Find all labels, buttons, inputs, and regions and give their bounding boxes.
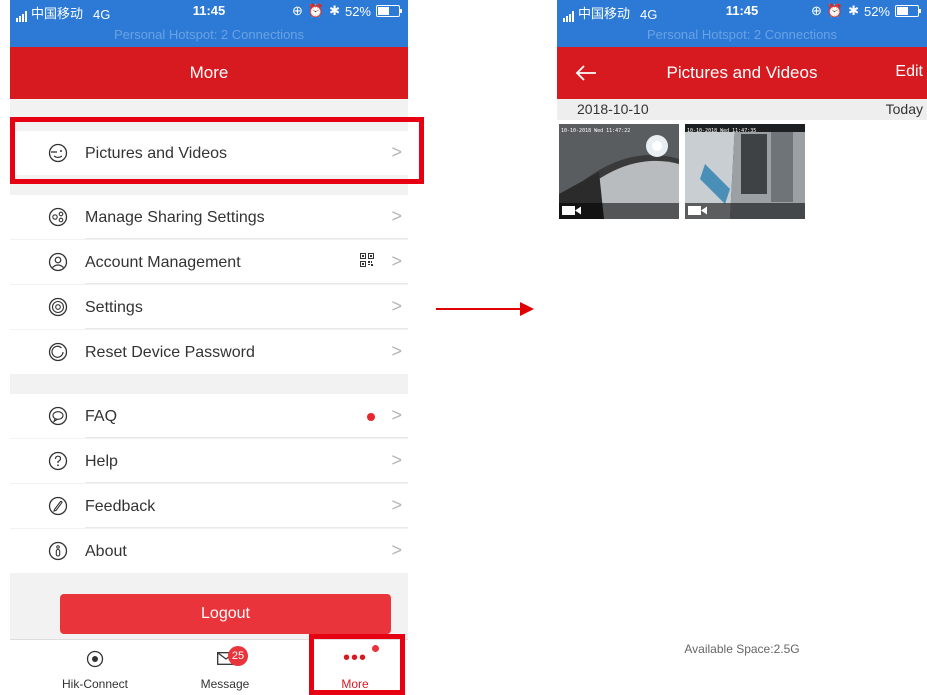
page-title: Pictures and Videos	[666, 63, 818, 82]
battery-icon	[895, 5, 921, 17]
menu-item-about[interactable]: About >	[10, 529, 408, 573]
menu-item-settings[interactable]: Settings >	[10, 285, 408, 329]
battery-percent: 52%	[863, 3, 890, 19]
highlight-box-pictures	[10, 117, 424, 184]
chevron-right-icon: >	[391, 450, 402, 470]
alarm-icon: ⏰	[826, 3, 844, 18]
chevron-right-icon: >	[391, 495, 402, 515]
chevron-right-icon: >	[391, 296, 402, 316]
menu-item-label: Settings	[85, 299, 143, 316]
account-icon	[48, 252, 68, 272]
chevron-right-icon: >	[391, 341, 402, 361]
date-header: 2018-10-10 Today	[557, 99, 927, 120]
video-thumbnail[interactable]: 10-10-2018 Wed 11:47:22	[559, 124, 679, 219]
notification-dot	[367, 413, 375, 421]
tab-label: Hik-Connect	[61, 677, 129, 691]
thumbnail-timestamp: 10-10-2018 Wed 11:47:22	[561, 128, 631, 134]
hik-connect-icon	[86, 650, 104, 668]
faq-icon	[48, 406, 68, 426]
bluetooth-icon: ✱	[329, 3, 340, 18]
date-label: 2018-10-10	[577, 101, 649, 117]
message-badge: 25	[228, 646, 248, 666]
transition-arrow	[436, 308, 522, 310]
chevron-right-icon: >	[391, 251, 402, 271]
alarm-icon: ⏰	[307, 3, 325, 18]
menu-item-label: Account Management	[85, 254, 241, 271]
menu-item-label: Reset Device Password	[85, 344, 255, 361]
menu-item-label: About	[85, 543, 127, 560]
arrow-head	[520, 302, 534, 316]
chevron-right-icon: >	[391, 405, 402, 425]
menu-item-faq[interactable]: FAQ >	[10, 394, 408, 438]
share-icon	[48, 207, 68, 227]
chevron-right-icon: >	[391, 540, 402, 560]
video-camera-icon	[562, 206, 581, 215]
highlight-box-more-tab	[309, 634, 405, 695]
video-thumbnail[interactable]: 10-10-2018 Wed 11:47:35	[685, 124, 805, 219]
available-space: Available Space:2.5G	[684, 642, 800, 656]
status-bar: 中国移动 4G 11:45 ⊕ ⏰ ✱ 52% Personal Hotspot…	[10, 0, 408, 47]
menu-item-manage-sharing-settings[interactable]: Manage Sharing Settings >	[10, 195, 408, 239]
about-icon	[48, 541, 68, 561]
hotspot-banner[interactable]: Personal Hotspot: 2 Connections	[10, 27, 408, 42]
settings-icon	[48, 297, 68, 317]
menu-item-label: Help	[85, 453, 118, 470]
menu-item-label: Manage Sharing Settings	[85, 209, 265, 226]
more-screen: 中国移动 4G 11:45 ⊕ ⏰ ✱ 52% Personal Hotspot…	[10, 0, 408, 695]
orientation-lock-icon: ⊕	[291, 3, 303, 18]
menu-item-account-management[interactable]: Account Management >	[10, 240, 408, 284]
hotspot-banner[interactable]: Personal Hotspot: 2 Connections	[557, 27, 927, 42]
tab-label: Message	[200, 677, 250, 691]
bluetooth-icon: ✱	[848, 3, 859, 18]
today-label: Today	[885, 101, 923, 117]
thumbnail-timestamp: 10-10-2018 Wed 11:47:35	[687, 128, 757, 134]
menu-item-help[interactable]: Help >	[10, 439, 408, 483]
battery-icon	[376, 5, 402, 17]
reset-icon	[48, 342, 68, 362]
help-icon	[48, 451, 68, 471]
edit-button[interactable]: Edit	[895, 63, 923, 81]
menu-item-label: Feedback	[85, 498, 156, 515]
battery-percent: 52%	[344, 3, 371, 19]
tab-hik-connect[interactable]: Hik-Connect	[40, 640, 150, 695]
page-title: More	[189, 63, 229, 82]
nav-bar: Pictures and Videos Edit	[557, 47, 927, 99]
orientation-lock-icon: ⊕	[810, 3, 822, 18]
status-bar: 中国移动 4G 11:45 ⊕ ⏰ ✱ 52% Personal Hotspot…	[557, 0, 927, 47]
feedback-icon	[48, 496, 68, 516]
video-camera-icon	[688, 206, 707, 215]
logout-button[interactable]: Logout	[60, 594, 391, 634]
menu-item-feedback[interactable]: Feedback >	[10, 484, 408, 528]
pictures-and-videos-screen: 中国移动 4G 11:45 ⊕ ⏰ ✱ 52% Personal Hotspot…	[557, 0, 927, 695]
tab-message[interactable]: Message	[180, 640, 270, 695]
menu-item-label: FAQ	[85, 408, 118, 425]
chevron-right-icon: >	[391, 206, 402, 226]
qr-code-icon[interactable]	[360, 253, 374, 267]
nav-bar: More	[10, 47, 408, 99]
menu-item-reset-device-password[interactable]: Reset Device Password >	[10, 330, 408, 374]
